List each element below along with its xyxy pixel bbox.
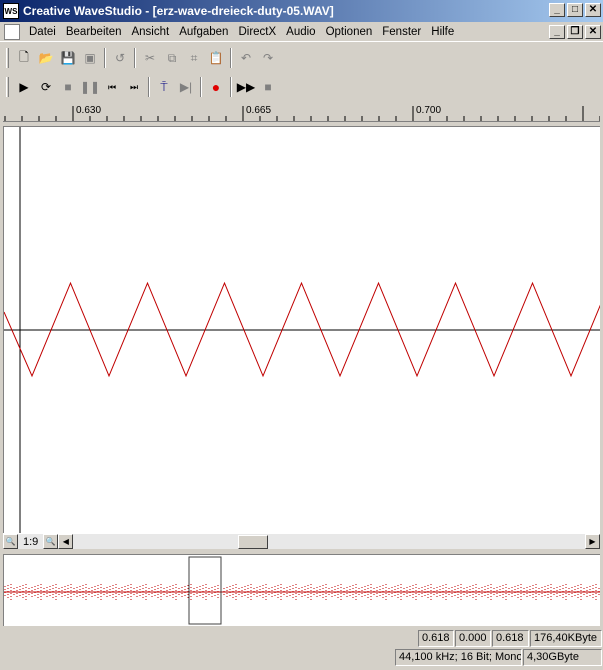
new-file-icon[interactable]: 🗋 — [13, 47, 35, 69]
menu-bearbeiten[interactable]: Bearbeiten — [61, 26, 127, 38]
redo-icon[interactable]: ↷ — [257, 47, 279, 69]
status-end: 0.000 — [455, 630, 491, 647]
menu-datei[interactable]: Datei — [24, 26, 61, 38]
status-bar: 0.618 0.000 0.618 176,40KByte 44,100 kHz… — [0, 630, 603, 670]
play-icon[interactable]: ▶ — [13, 76, 35, 98]
cut-icon[interactable]: ✂ — [139, 47, 161, 69]
crop-icon[interactable]: ⌗ — [183, 47, 205, 69]
waveform-view[interactable] — [3, 126, 603, 533]
menu-audio[interactable]: Audio — [281, 26, 320, 38]
rewind-icon[interactable]: ⏮ — [101, 76, 123, 98]
file-toolbar: 🗋 📂 💾 ▣ ↺ ✂ ⧉ ⌗ 📋 ↶ ↷ — [2, 45, 279, 71]
marker-icon[interactable]: ⍑ — [153, 76, 175, 98]
status-length: 0.618 — [492, 630, 529, 647]
document-icon[interactable] — [4, 23, 20, 40]
app-icon-label: WS — [4, 6, 18, 16]
ruler-label: 0.630 — [76, 105, 102, 116]
minimize-button[interactable]: _ — [549, 3, 565, 17]
ruler-label: 0.700 — [416, 105, 442, 116]
menu-fenster[interactable]: Fenster — [377, 26, 426, 38]
status-size: 176,40KByte — [530, 630, 602, 647]
overview-panel[interactable] — [3, 554, 600, 626]
fast-forward-icon[interactable]: ⏭ — [123, 76, 145, 98]
toolbar-grip[interactable] — [6, 48, 9, 68]
play-selection-icon[interactable]: ▶▶ — [235, 76, 257, 98]
time-ruler[interactable]: 0.630 0.665 0.700 — [3, 103, 600, 122]
status-format: 44,100 kHz; 16 Bit; Mono — [395, 649, 522, 666]
copy-icon[interactable]: ⧉ — [161, 47, 183, 69]
transport-toolbar: ▶ ⟳ ■ ❚❚ ⏮ ⏭ ⍑ ▶| ● ▶▶ ■ — [2, 74, 279, 100]
ruler-label: 0.665 — [246, 105, 272, 116]
zoom-out-icon[interactable]: 🔍 — [3, 534, 18, 549]
window-title: Creative WaveStudio - [erz-wave-dreieck-… — [23, 4, 334, 18]
main-window: WS Creative WaveStudio - [erz-wave-dreie… — [0, 0, 603, 670]
loop-play-icon[interactable]: ⟳ — [35, 76, 57, 98]
open-folder-icon[interactable]: 📂 — [35, 47, 57, 69]
save-all-icon[interactable]: ▣ — [79, 47, 101, 69]
status-disk: 4,30GByte — [523, 649, 602, 666]
zoom-ratio: 1:9 — [23, 535, 39, 548]
doc-close-button[interactable]: ✕ — [585, 25, 601, 39]
save-icon[interactable]: 💾 — [57, 47, 79, 69]
stop-icon[interactable]: ■ — [57, 76, 79, 98]
zoom-in-icon[interactable]: 🔍 — [43, 534, 59, 549]
close-button[interactable]: ✕ — [585, 3, 601, 17]
horizontal-scrollbar[interactable]: 🔍 1:9 🔍 ◀ ▶ — [3, 533, 600, 549]
play-to-end-icon[interactable]: ▶| — [175, 76, 197, 98]
app-icon[interactable]: WS — [3, 3, 19, 19]
menu-optionen[interactable]: Optionen — [321, 26, 378, 38]
menu-aufgaben[interactable]: Aufgaben — [174, 26, 233, 38]
menu-bar: Datei Bearbeiten Ansicht Aufgaben Direct… — [0, 22, 603, 42]
maximize-button[interactable]: □ — [567, 3, 583, 17]
menu-directx[interactable]: DirectX — [233, 26, 281, 38]
paste-icon[interactable]: 📋 — [205, 47, 227, 69]
doc-restore-button[interactable]: ❐ — [567, 25, 583, 39]
scroll-right-button[interactable]: ▶ — [585, 534, 600, 549]
title-bar[interactable]: WS Creative WaveStudio - [erz-wave-dreie… — [0, 0, 603, 22]
undo-icon[interactable]: ↶ — [235, 47, 257, 69]
revert-icon[interactable]: ↺ — [109, 47, 131, 69]
waveform-plot — [3, 127, 603, 533]
stop-selection-icon[interactable]: ■ — [257, 76, 279, 98]
status-start: 0.618 — [418, 630, 454, 647]
menu-ansicht[interactable]: Ansicht — [126, 26, 174, 38]
toolbar-grip[interactable] — [6, 77, 9, 97]
doc-minimize-button[interactable]: _ — [549, 25, 565, 39]
scroll-thumb[interactable] — [238, 535, 268, 549]
record-icon[interactable]: ● — [205, 76, 227, 98]
overview-plot — [4, 556, 600, 625]
overview-selection — [188, 556, 222, 625]
scroll-left-button[interactable]: ◀ — [58, 534, 74, 549]
menu-hilfe[interactable]: Hilfe — [426, 26, 459, 38]
pause-icon[interactable]: ❚❚ — [79, 76, 101, 98]
